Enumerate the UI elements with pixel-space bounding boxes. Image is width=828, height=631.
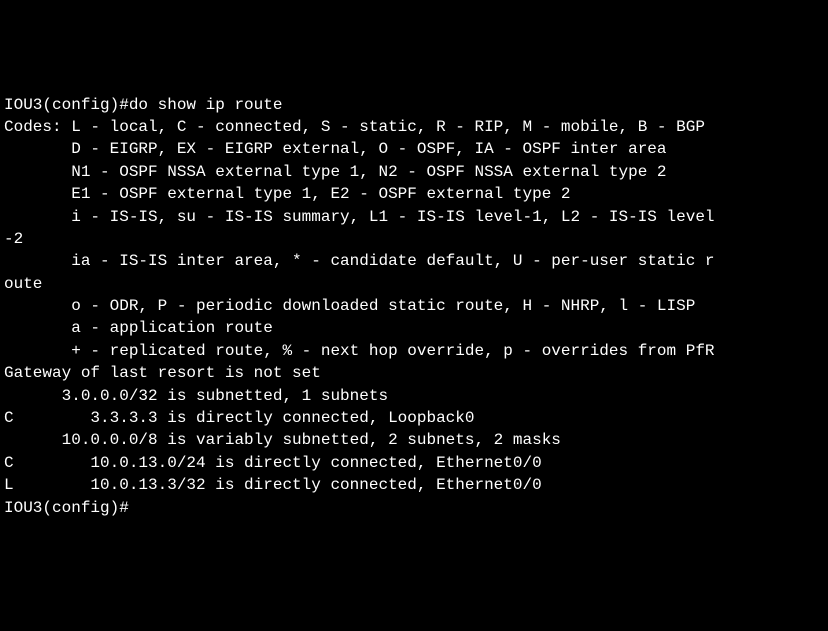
terminal-line: a - application route (4, 317, 824, 339)
terminal-line: o - ODR, P - periodic downloaded static … (4, 295, 824, 317)
terminal-line: + - replicated route, % - next hop overr… (4, 340, 824, 362)
terminal-line: IOU3(config)#do show ip route (4, 94, 824, 116)
terminal-output[interactable]: IOU3(config)#do show ip routeCodes: L - … (4, 94, 824, 519)
terminal-line: oute (4, 273, 824, 295)
terminal-line: Gateway of last resort is not set (4, 362, 824, 384)
terminal-line: C 10.0.13.0/24 is directly connected, Et… (4, 452, 824, 474)
terminal-line: E1 - OSPF external type 1, E2 - OSPF ext… (4, 183, 824, 205)
terminal-line: ia - IS-IS inter area, * - candidate def… (4, 250, 824, 272)
terminal-line: Codes: L - local, C - connected, S - sta… (4, 116, 824, 138)
terminal-line: 10.0.0.0/8 is variably subnetted, 2 subn… (4, 429, 824, 451)
terminal-line: 3.0.0.0/32 is subnetted, 1 subnets (4, 385, 824, 407)
terminal-line: -2 (4, 228, 824, 250)
terminal-line: i - IS-IS, su - IS-IS summary, L1 - IS-I… (4, 206, 824, 228)
terminal-prompt: IOU3(config)# (4, 497, 824, 519)
terminal-line: D - EIGRP, EX - EIGRP external, O - OSPF… (4, 138, 824, 160)
terminal-line: L 10.0.13.3/32 is directly connected, Et… (4, 474, 824, 496)
terminal-line: C 3.3.3.3 is directly connected, Loopbac… (4, 407, 824, 429)
terminal-line: N1 - OSPF NSSA external type 1, N2 - OSP… (4, 161, 824, 183)
